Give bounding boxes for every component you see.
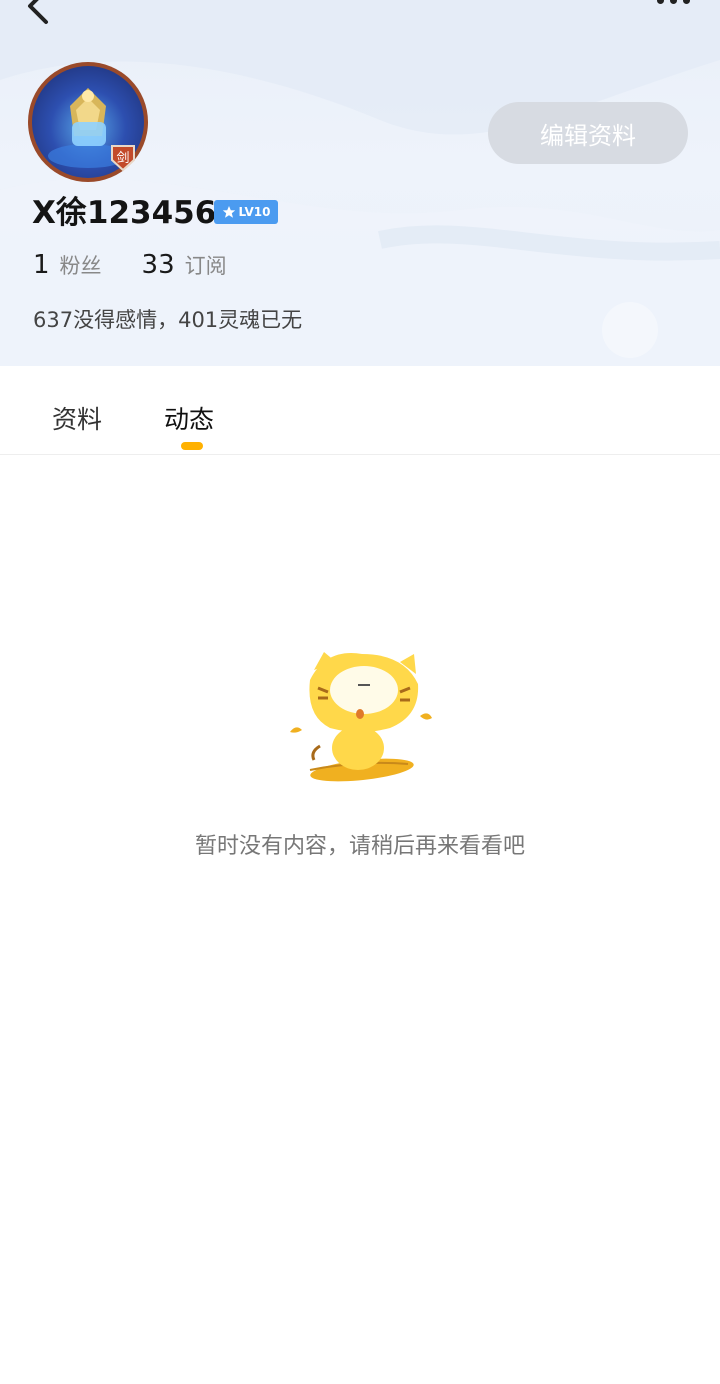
- star-icon: [222, 206, 235, 218]
- cat-mascot-icon: [280, 640, 440, 800]
- subscribe-label[interactable]: 订阅: [185, 250, 227, 280]
- level-badge-text: LV10: [238, 205, 271, 219]
- subscribe-count[interactable]: 33: [142, 250, 175, 280]
- chevron-left-icon: [28, 0, 48, 24]
- level-badge: LV10: [214, 200, 278, 224]
- signature: 637没得感情，401灵魂已无: [33, 308, 303, 332]
- more-dot: [682, 0, 690, 4]
- more-dot: [656, 0, 664, 4]
- username: X徐123456: [32, 195, 217, 231]
- edit-profile-button[interactable]: 编辑资料: [488, 102, 688, 164]
- active-tab-indicator: [181, 442, 203, 450]
- more-dot: [669, 0, 677, 4]
- empty-state-message: 暂时没有内容，请稍后再来看看吧: [194, 834, 525, 859]
- tab-activity[interactable]: 动态: [164, 400, 214, 436]
- profile-tabs: 资料 动态: [0, 366, 720, 455]
- fans-count[interactable]: 1: [33, 250, 50, 280]
- profile-header: 剑 编辑资料 X徐123456 LV10 1 粉丝 33 订阅 637没得感情，…: [0, 0, 720, 366]
- fans-label[interactable]: 粉丝: [60, 250, 102, 280]
- sword-badge-text: 剑: [116, 150, 129, 166]
- more-button[interactable]: [648, 0, 698, 8]
- tab-profile[interactable]: 资料: [52, 400, 102, 436]
- back-button[interactable]: [14, 0, 58, 26]
- sword-badge-icon: 剑: [106, 140, 140, 174]
- stats-row: 1 粉丝 33 订阅: [33, 250, 227, 286]
